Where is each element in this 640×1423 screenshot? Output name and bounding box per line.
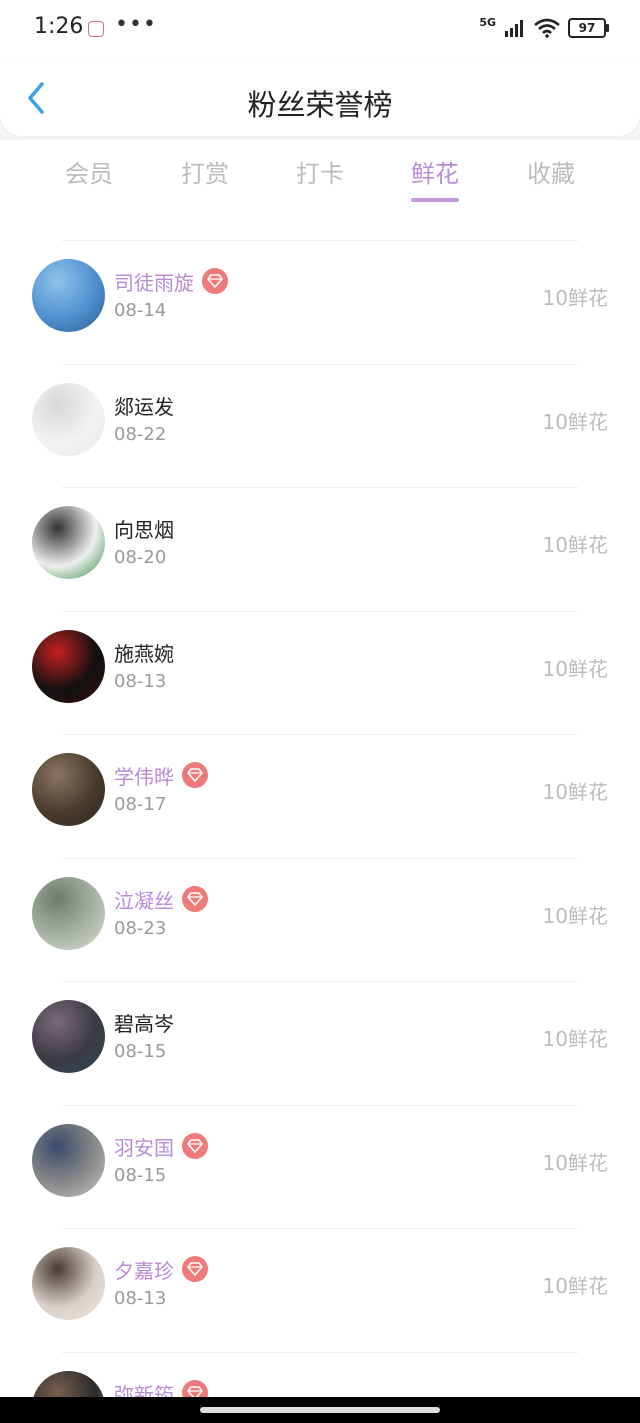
fan-name: 施燕婉 — [114, 641, 174, 666]
fan-row[interactable]: 泣凝丝 08-23 10鲜花 — [0, 857, 640, 981]
fan-date: 08-13 — [114, 1288, 167, 1309]
more-notifications-icon: ••• — [115, 12, 157, 37]
flower-amount: 10鲜花 — [542, 286, 608, 310]
flower-amount: 10鲜花 — [542, 1150, 608, 1175]
flower-amount: 10鲜花 — [542, 656, 608, 681]
flower-amount: 10鲜花 — [542, 1274, 608, 1298]
wifi-icon — [534, 18, 560, 38]
fan-date: 08-22 — [114, 423, 167, 445]
avatar[interactable] — [32, 753, 105, 826]
row-divider — [62, 1228, 578, 1229]
avatar[interactable] — [32, 506, 105, 579]
vip-diamond-icon — [182, 885, 208, 912]
fan-name: 泣凝丝 — [114, 888, 174, 913]
flower-amount: 10鲜花 — [542, 409, 608, 434]
fan-row[interactable]: 碧高岑 08-15 10鲜花 — [0, 981, 640, 1104]
fan-name: 学伟晔 — [114, 765, 174, 789]
fan-date: 08-14 — [114, 300, 167, 321]
fan-name: 向思烟 — [114, 518, 174, 542]
fan-name: 羽安国 — [114, 1135, 174, 1160]
avatar[interactable] — [32, 629, 105, 703]
active-tab-indicator — [411, 198, 459, 202]
row-divider — [62, 857, 578, 859]
fan-row[interactable]: 施燕婉 08-13 10鲜花 — [0, 610, 640, 734]
header: 粉丝荣誉榜 — [0, 58, 640, 136]
fan-row[interactable]: 羽安国 08-15 10鲜花 — [0, 1104, 640, 1228]
vip-diamond-icon — [182, 1256, 208, 1282]
avatar[interactable] — [32, 1123, 105, 1197]
tab-bar: 会员 打赏 打卡 鲜花 收藏 — [0, 140, 640, 210]
tab-checkin[interactable]: 打卡 — [280, 154, 360, 189]
fan-date: 08-15 — [114, 1041, 167, 1062]
fan-name: 夕嘉珍 — [114, 1259, 174, 1283]
tab-members[interactable]: 会员 — [49, 154, 129, 189]
page-title: 粉丝荣誉榜 — [247, 88, 393, 122]
navigation-bar — [0, 1397, 640, 1423]
vip-diamond-icon — [202, 268, 228, 294]
status-indicators: 5G 97 — [479, 15, 609, 40]
network-type: 5G — [479, 15, 496, 29]
fan-row[interactable]: 夕嘉珍 08-13 10鲜花 — [0, 1228, 640, 1351]
fan-date: 08-15 — [114, 1164, 167, 1186]
avatar[interactable] — [32, 382, 105, 456]
flower-amount: 10鲜花 — [542, 903, 608, 928]
signal-icon — [505, 20, 523, 37]
vip-diamond-icon — [182, 762, 208, 788]
home-indicator[interactable] — [200, 1407, 440, 1413]
tab-flowers-label: 鲜花 — [411, 160, 459, 188]
row-divider — [62, 734, 578, 735]
fan-date: 08-17 — [114, 794, 167, 815]
vip-diamond-icon — [182, 1132, 208, 1159]
avatar[interactable] — [32, 1000, 105, 1073]
flower-amount: 10鲜花 — [542, 1027, 608, 1051]
status-time: 1:26 — [34, 14, 84, 39]
tab-flowers[interactable]: 鲜花 — [395, 154, 475, 202]
fan-name: 司徒雨旋 — [114, 271, 194, 295]
row-divider — [62, 981, 578, 982]
fan-row[interactable]: 向思烟 08-20 10鲜花 — [0, 487, 640, 610]
status-bar: 1:26 ••• 5G 97 — [0, 0, 640, 58]
battery-icon: 97 — [568, 18, 609, 38]
tab-rewards[interactable]: 打赏 — [165, 154, 245, 189]
row-divider — [62, 1351, 578, 1353]
row-divider — [62, 240, 578, 241]
row-divider — [62, 610, 578, 612]
fan-date: 08-13 — [114, 670, 167, 692]
flower-amount: 10鲜花 — [542, 533, 608, 557]
fan-row[interactable]: 郯运发 08-22 10鲜花 — [0, 363, 640, 487]
row-divider — [62, 1104, 578, 1106]
fan-list: 司徒雨旋 08-14 10鲜花 郯运发 08-22 10鲜花 向思烟 08-20 10鲜花 施燕婉… — [0, 210, 640, 1423]
fan-name: 郯运发 — [114, 394, 174, 419]
fan-date: 08-20 — [114, 547, 167, 568]
fan-date: 08-23 — [114, 917, 167, 939]
row-divider — [62, 363, 578, 365]
fan-row[interactable]: 学伟晔 08-17 10鲜花 — [0, 734, 640, 857]
tab-favorites[interactable]: 收藏 — [511, 154, 591, 189]
avatar[interactable] — [32, 259, 105, 332]
avatar[interactable] — [32, 1247, 105, 1320]
fan-name: 碧高岑 — [114, 1012, 174, 1036]
fan-row[interactable]: 司徒雨旋 08-14 10鲜花 — [0, 240, 640, 363]
avatar[interactable] — [32, 876, 105, 950]
flower-amount: 10鲜花 — [542, 780, 608, 804]
app-notification-icon — [88, 21, 104, 37]
row-divider — [62, 487, 578, 488]
